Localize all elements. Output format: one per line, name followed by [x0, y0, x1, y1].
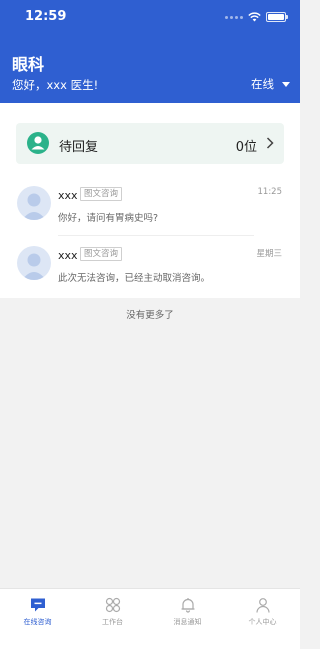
status-icons	[225, 12, 288, 22]
person-icon	[27, 132, 49, 154]
cellular-signal-icon	[225, 15, 243, 19]
tab-label: 在线咨询	[23, 618, 52, 626]
tab-label: 工作台	[102, 618, 123, 626]
patient-name: xxx	[58, 249, 78, 262]
tab-label: 消息通知	[173, 618, 202, 626]
avatar	[17, 186, 51, 220]
message-preview: 此次无法咨询，已经主动取消咨询。	[58, 273, 211, 284]
battery-icon	[266, 12, 288, 22]
header: 12:59 眼科 您好，xxx 医生! 在线	[0, 0, 300, 103]
pending-reply-count: 0位	[235, 140, 257, 155]
person-icon	[255, 598, 270, 613]
tab-online-consultation[interactable]: 在线咨询	[0, 589, 75, 649]
online-status-dropdown[interactable]: 在线	[251, 76, 290, 92]
bottom-tab-bar: 在线咨询 工作台 消息通知 个人中心	[0, 588, 300, 649]
conversation-item[interactable]: xxx 图文咨询 星期三 此次无法咨询，已经主动取消咨询。	[0, 239, 300, 299]
wifi-icon	[248, 12, 261, 22]
consultation-type-badge: 图文咨询	[80, 187, 123, 201]
list-end-text: 没有更多了	[126, 310, 174, 321]
consultation-type-badge: 图文咨询	[80, 247, 123, 261]
doctor-greeting: 您好，xxx 医生!	[12, 78, 99, 92]
status-time: 12:59	[25, 9, 67, 24]
message-preview: 你好，请问有胃病史吗?	[58, 213, 159, 224]
pending-reply-label: 待回复	[59, 140, 99, 155]
avatar	[17, 246, 51, 280]
department-title: 眼科	[12, 55, 45, 74]
bell-icon	[181, 598, 194, 613]
conversation-item[interactable]: xxx 图文咨询 11:25 你好，请问有胃病史吗?	[0, 179, 300, 239]
tab-notifications[interactable]: 消息通知	[150, 589, 225, 649]
tab-workbench[interactable]: 工作台	[75, 589, 150, 649]
chat-bubble-icon	[30, 598, 45, 612]
patient-name: xxx	[58, 189, 78, 202]
consultation-list: 待回复 0位 xxx 图文咨询 11:25 你好，请问有胃病史吗? xxx 图文…	[0, 103, 300, 298]
grid-icon	[105, 597, 120, 613]
message-time: 11:25	[257, 187, 283, 197]
divider	[58, 235, 254, 236]
tab-label: 个人中心	[248, 618, 277, 626]
message-time: 星期三	[256, 249, 282, 259]
chevron-right-icon	[266, 137, 274, 149]
status-bar: 12:59	[0, 0, 300, 34]
pending-reply-card[interactable]: 待回复 0位	[16, 123, 284, 164]
caret-down-icon	[282, 81, 290, 87]
online-status-label: 在线	[251, 77, 274, 91]
tab-profile[interactable]: 个人中心	[225, 589, 300, 649]
